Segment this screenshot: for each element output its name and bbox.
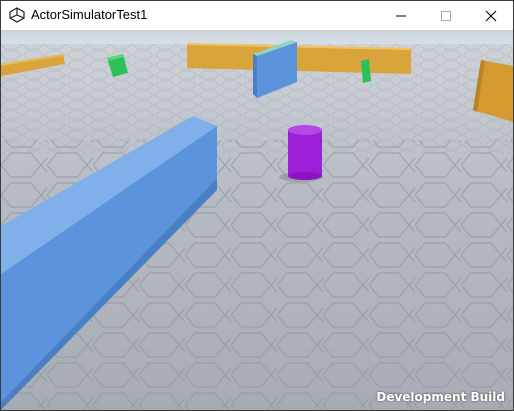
development-build-label: Development Build	[376, 390, 505, 404]
maximize-button[interactable]	[423, 1, 468, 30]
minimize-button[interactable]	[378, 1, 423, 30]
close-icon	[485, 10, 497, 22]
title-bar[interactable]: ActorSimulatorTest1	[1, 1, 513, 30]
app-window: ActorSimulatorTest1 Development Build	[0, 0, 514, 411]
purple-cylinder	[288, 130, 322, 176]
unity-logo-icon	[9, 7, 25, 23]
minimize-icon	[395, 10, 407, 22]
window-title: ActorSimulatorTest1	[31, 7, 148, 22]
scene-render	[1, 30, 513, 410]
close-button[interactable]	[468, 1, 513, 30]
maximize-icon	[440, 10, 452, 22]
game-viewport[interactable]: Development Build	[1, 30, 513, 410]
